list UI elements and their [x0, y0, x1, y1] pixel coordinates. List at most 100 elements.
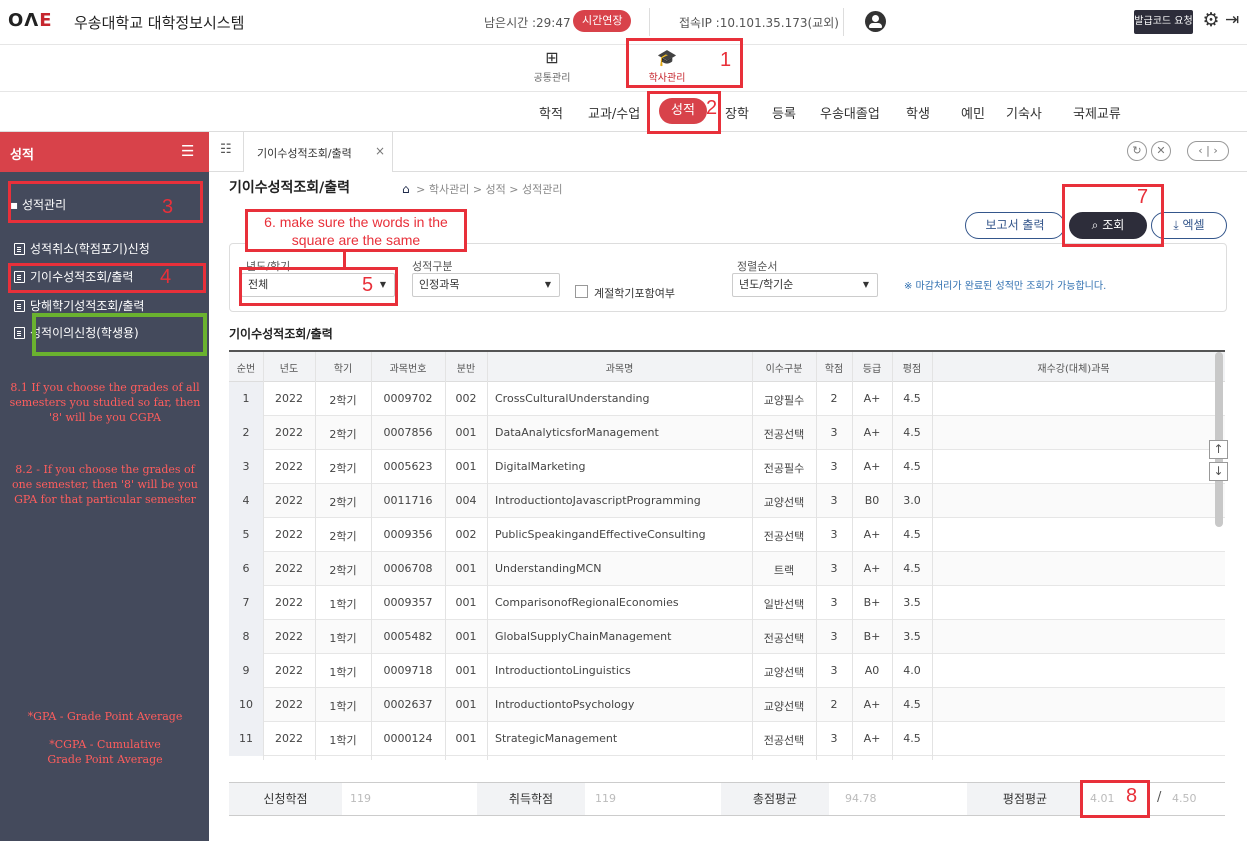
nav-item[interactable]: 기숙사 [1006, 103, 1042, 122]
divider [843, 8, 844, 36]
sort-order-select[interactable]: 년도/학기순 ▼ [732, 273, 878, 297]
table-cell: A+ [863, 732, 881, 745]
top-bar: OΛE 우송대학교 대학정보시스템 남은시간 :29:47 시간연장 접속IP … [0, 0, 1247, 44]
applied-credits-label: 신청학점 [229, 783, 342, 815]
nav-item[interactable]: 장학 [725, 103, 749, 122]
table-cell: DigitalMarketing [495, 460, 586, 473]
table-cell: 0007856 [383, 426, 433, 439]
table-cell: 0009702 [383, 392, 433, 405]
table-cell: 2022 [275, 392, 303, 405]
table-row[interactable]: 9 2022 1학기 0009718 001 IntroductiontoLinguist… [229, 654, 1225, 688]
divider [816, 352, 817, 760]
logout-icon[interactable]: ⇥ [1225, 10, 1243, 30]
table-cell: 3 [830, 596, 838, 609]
table-cell: 001 [455, 562, 477, 575]
nav-item[interactable]: 예민 [961, 103, 985, 122]
download-icon: ⤓ [1173, 218, 1183, 232]
earned-credits-label: 취득학점 [477, 783, 585, 815]
cgpa-definition: *CGPA - Cumulative Grade Point Average [47, 738, 163, 766]
sidebar-item-current-grades[interactable]: 당해학기성적조회/출력 [14, 297, 144, 314]
table-cell: 4.5 [903, 732, 921, 745]
scroll-down-icon[interactable]: ↓ [1209, 462, 1228, 481]
nav-item[interactable]: 등록 [772, 103, 796, 122]
table-row[interactable]: 6 2022 2학기 0006708 001 UnderstandingMCN 트랙 3 A+ 4… [229, 552, 1225, 586]
table-row[interactable]: 1 2022 2학기 0009702 002 CrossCulturalUnderstan… [229, 382, 1225, 416]
seasonal-checkbox-label: 계절학기포함여부 [594, 287, 675, 300]
tab-past-grades[interactable]: 기이수성적조회/출력 × [243, 132, 393, 172]
divider [932, 352, 933, 760]
extend-session-button[interactable]: 시간연장 [573, 10, 632, 32]
university-logo[interactable]: OΛE [8, 10, 53, 31]
table-cell: 1학기 [329, 632, 357, 645]
column-header[interactable]: 평점 [892, 360, 932, 375]
table-cell: CrossCulturalUnderstanding [495, 392, 650, 405]
nav-item[interactable]: 국제교류 [1073, 103, 1121, 122]
table-row[interactable]: 7 2022 1학기 0009357 001 ComparisonofRegionalEc… [229, 586, 1225, 620]
table-cell: A+ [863, 562, 881, 575]
table-cell: 002 [455, 528, 477, 541]
sidebar-header: 성적 ☰ [0, 132, 209, 172]
sidebar: 성적 ☰ ▪ 성적관리 성적취소(학점포기)신청 기이수성적조회/출력 당해학기… [0, 132, 209, 841]
print-report-button[interactable]: 보고서 출력 [965, 212, 1065, 239]
tab-scroll-arrows-icon[interactable]: ‹ | › [1187, 141, 1229, 161]
table-cell: 001 [455, 460, 477, 473]
refresh-icon[interactable]: ↻ [1127, 141, 1147, 161]
scroll-up-icon[interactable]: ↑ [1209, 440, 1228, 459]
table-cell: 2022 [275, 460, 303, 473]
nav-item[interactable]: 학생 [906, 103, 930, 122]
table-cell: 3 [830, 732, 838, 745]
column-header[interactable]: 재수강(대체)과목 [932, 360, 1215, 375]
column-header[interactable]: 이수구분 [752, 360, 816, 375]
table-cell: 001 [455, 596, 477, 609]
home-icon[interactable]: ⌂ [402, 182, 410, 196]
table-cell: 001 [455, 732, 477, 745]
table-cell: 3 [830, 426, 838, 439]
column-header[interactable]: 학점 [816, 360, 852, 375]
table-cell: 전공선택 [763, 734, 805, 747]
column-header[interactable]: 년도 [263, 360, 315, 375]
seasonal-checkbox[interactable] [575, 285, 588, 298]
table-row[interactable]: 2 2022 2학기 0007856 001 DataAnalyticsforManage… [229, 416, 1225, 450]
table-row[interactable]: 11 2022 1학기 0000124 001 StrategicManagement 전공… [229, 722, 1225, 756]
nav-item[interactable]: 우송대졸업 [820, 103, 880, 122]
column-header[interactable]: 과목명 [487, 360, 752, 375]
gear-icon[interactable]: ⚙ [1201, 10, 1221, 30]
close-all-icon[interactable]: ✕ [1151, 141, 1171, 161]
chevron-down-icon: ▼ [544, 280, 551, 289]
column-header[interactable]: 과목번호 [371, 360, 445, 375]
table-cell: 3 [830, 460, 838, 473]
table-cell: 10 [239, 698, 253, 711]
table-row[interactable]: 3 2022 2학기 0005623 001 DigitalMarketing 전공필수 3 A… [229, 450, 1225, 484]
table-cell: 0006708 [383, 562, 433, 575]
column-header[interactable]: 등급 [852, 360, 892, 375]
annotation-number-2: 2 [706, 97, 718, 119]
table-cell: 7 [242, 596, 250, 609]
table-row[interactable]: 5 2022 2학기 0009356 002 PublicSpeakingandEffec… [229, 518, 1225, 552]
table-cell: 3 [830, 630, 838, 643]
table-row[interactable]: 4 2022 2학기 0011716 004 IntroductiontoJavascri… [229, 484, 1225, 518]
column-header[interactable]: 분반 [445, 360, 487, 375]
table-row[interactable]: 10 2022 1학기 0002637 001 IntroductiontoPsychol… [229, 688, 1225, 722]
table-cell: 0002637 [383, 698, 433, 711]
annotation-box-8 [1080, 780, 1150, 818]
menu-collapse-icon[interactable]: ☰ [181, 142, 194, 160]
table-cell: 11 [239, 732, 253, 745]
table-row[interactable]: 8 2022 1학기 0005482 001 GlobalSupplyChainManag… [229, 620, 1225, 654]
annotation-note-6: 6. make sure the words in the square are… [245, 209, 467, 252]
tab-list-icon[interactable]: ☷ [220, 142, 232, 157]
nav-item[interactable]: 학적 [539, 103, 563, 122]
module-common[interactable]: ⊞ 공통관리 [522, 45, 582, 91]
grade-type-select[interactable]: 인정과목 ▼ [412, 273, 560, 297]
table-cell: 교양선택 [763, 700, 805, 713]
sidebar-item-label: 당해학기성적조회/출력 [30, 299, 145, 313]
table-cell: 3 [830, 562, 838, 575]
column-header[interactable]: 학기 [315, 360, 371, 375]
nav-item[interactable]: 교과/수업 [588, 103, 640, 122]
issue-code-button[interactable]: 발급코드 요청 [1134, 10, 1193, 34]
column-header[interactable]: 순번 [229, 360, 263, 375]
table-cell: 2학기 [329, 462, 357, 475]
user-avatar-icon[interactable] [865, 11, 886, 32]
divider [852, 352, 853, 760]
close-icon[interactable]: × [375, 144, 385, 158]
sidebar-item-grade-cancel[interactable]: 성적취소(학점포기)신청 [14, 240, 150, 257]
